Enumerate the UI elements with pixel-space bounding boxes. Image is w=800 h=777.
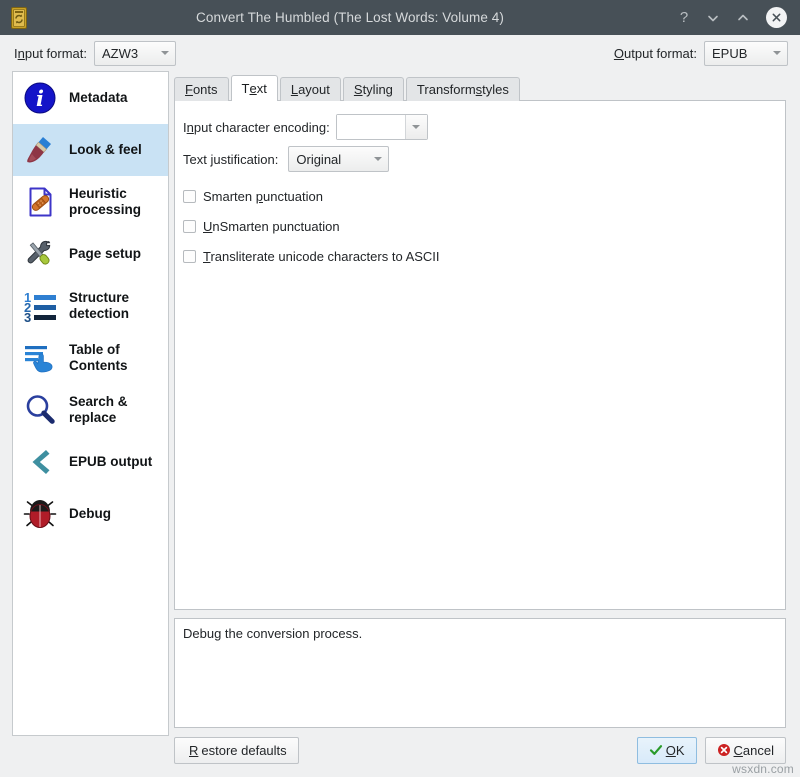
check-icon <box>649 743 663 757</box>
ok-label: OK <box>666 743 685 758</box>
transliterate-label: Transliterate unicode characters to ASCI… <box>203 249 440 264</box>
sidebar-item-label: Metadata <box>69 90 128 106</box>
sidebar-item-structure-detection[interactable]: 1 2 3 Structure detection <box>13 280 168 332</box>
convert-dialog: Convert The Humbled (The Lost Words: Vol… <box>0 0 800 777</box>
toc-hand-icon <box>20 338 60 378</box>
maximize-button[interactable] <box>736 11 752 25</box>
settings-sidebar[interactable]: i Metadata Look & feel <box>12 71 169 736</box>
encoding-label: Input character encoding: <box>183 120 330 135</box>
paintbrush-icon <box>20 130 60 170</box>
encoding-row: Input character encoding: <box>183 111 777 143</box>
info-text: Debug the conversion process. <box>183 626 362 641</box>
wrench-screwdriver-icon <box>20 234 60 274</box>
ok-button[interactable]: OK <box>637 737 697 764</box>
settings-tab-bar[interactable]: Fonts Text Layout Styling Transform styl… <box>174 76 522 101</box>
info-panel: Debug the conversion process. <box>174 618 786 728</box>
sidebar-item-epub-output[interactable]: EPUB output <box>13 436 168 488</box>
text-settings-form: Input character encoding: Text justifica… <box>183 111 777 271</box>
sidebar-item-label: Debug <box>69 506 111 522</box>
sidebar-item-debug[interactable]: Debug <box>13 488 168 540</box>
input-format-value: AZW3 <box>95 46 155 61</box>
output-format-value: EPUB <box>705 46 767 61</box>
sidebar-item-label: Table of Contents <box>69 342 128 374</box>
sidebar-item-page-setup[interactable]: Page setup <box>13 228 168 280</box>
sidebar-item-metadata[interactable]: i Metadata <box>13 72 168 124</box>
convert-icon <box>8 6 30 30</box>
input-format-label: Input format: <box>14 46 87 61</box>
justification-value: Original <box>289 152 368 167</box>
smarten-punctuation-checkbox-row[interactable]: Smarten punctuation <box>183 181 777 211</box>
output-format-combobox[interactable]: EPUB <box>704 41 788 66</box>
tab-layout[interactable]: Layout <box>280 77 341 101</box>
sidebar-item-label: Heuristic processing <box>69 186 141 218</box>
magnifier-icon <box>20 390 60 430</box>
info-circle-icon: i <box>20 78 60 118</box>
output-format-label: Output format: <box>614 46 697 61</box>
tab-transform-styles[interactable]: Transform styles <box>406 77 520 101</box>
svg-text:3: 3 <box>24 310 31 324</box>
sidebar-item-label: Search & replace <box>69 394 128 426</box>
sidebar-item-look-and-feel[interactable]: Look & feel <box>13 124 168 176</box>
chevron-down-icon <box>155 51 175 55</box>
sidebar-item-search-and-replace[interactable]: Search & replace <box>13 384 168 436</box>
sidebar-item-table-of-contents[interactable]: Table of Contents <box>13 332 168 384</box>
svg-text:i: i <box>36 86 44 111</box>
unsmarten-punctuation-label: UnSmarten punctuation <box>203 219 340 234</box>
smarten-punctuation-checkbox[interactable] <box>183 190 196 203</box>
transliterate-checkbox[interactable] <box>183 250 196 263</box>
justification-label: Text justification: <box>183 152 278 167</box>
close-button[interactable] <box>766 7 787 28</box>
chevron-down-icon[interactable] <box>405 115 427 139</box>
numbered-list-icon: 1 2 3 <box>20 286 60 326</box>
text-settings-panel: Input character encoding: Text justifica… <box>174 100 786 610</box>
cancel-button[interactable]: Cancel <box>705 737 786 764</box>
chevron-down-icon <box>767 51 787 55</box>
justification-combobox[interactable]: Original <box>288 146 389 172</box>
error-circle-icon <box>717 743 731 757</box>
dialog-button-row: Restore defaults OK Cancel <box>174 736 786 764</box>
sidebar-item-heuristic-processing[interactable]: Heuristic processing <box>13 176 168 228</box>
sidebar-item-label: Structure detection <box>69 290 129 322</box>
format-bar: Input format: AZW3 Output format: EPUB <box>0 35 800 71</box>
encoding-input[interactable] <box>337 115 405 139</box>
unsmarten-punctuation-checkbox[interactable] <box>183 220 196 233</box>
ladybug-icon <box>20 494 60 534</box>
chevron-down-icon <box>368 157 388 161</box>
sidebar-item-label: Look & feel <box>69 142 142 158</box>
chevron-left-icon <box>20 442 60 482</box>
help-button[interactable]: ? <box>676 10 692 25</box>
transliterate-checkbox-row[interactable]: Transliterate unicode characters to ASCI… <box>183 241 777 271</box>
restore-defaults-button[interactable]: Restore defaults <box>174 737 299 764</box>
cancel-label: Cancel <box>734 743 774 758</box>
sidebar-item-label: Page setup <box>69 246 141 262</box>
tab-styling[interactable]: Styling <box>343 77 404 101</box>
watermark: wsxdn.com <box>732 762 794 776</box>
encoding-combobox[interactable] <box>336 114 428 140</box>
smarten-punctuation-label: Smarten punctuation <box>203 189 323 204</box>
document-bandage-icon <box>20 182 60 222</box>
sidebar-item-label: EPUB output <box>69 454 152 470</box>
tab-text[interactable]: Text <box>231 75 278 101</box>
justification-row: Text justification: Original <box>183 143 777 175</box>
minimize-button[interactable] <box>706 11 722 25</box>
window-title: Convert The Humbled (The Lost Words: Vol… <box>30 10 676 25</box>
input-format-combobox[interactable]: AZW3 <box>94 41 176 66</box>
tab-fonts[interactable]: Fonts <box>174 77 229 101</box>
unsmarten-punctuation-checkbox-row[interactable]: UnSmarten punctuation <box>183 211 777 241</box>
window-controls: ? <box>676 7 800 28</box>
title-bar: Convert The Humbled (The Lost Words: Vol… <box>0 0 800 35</box>
